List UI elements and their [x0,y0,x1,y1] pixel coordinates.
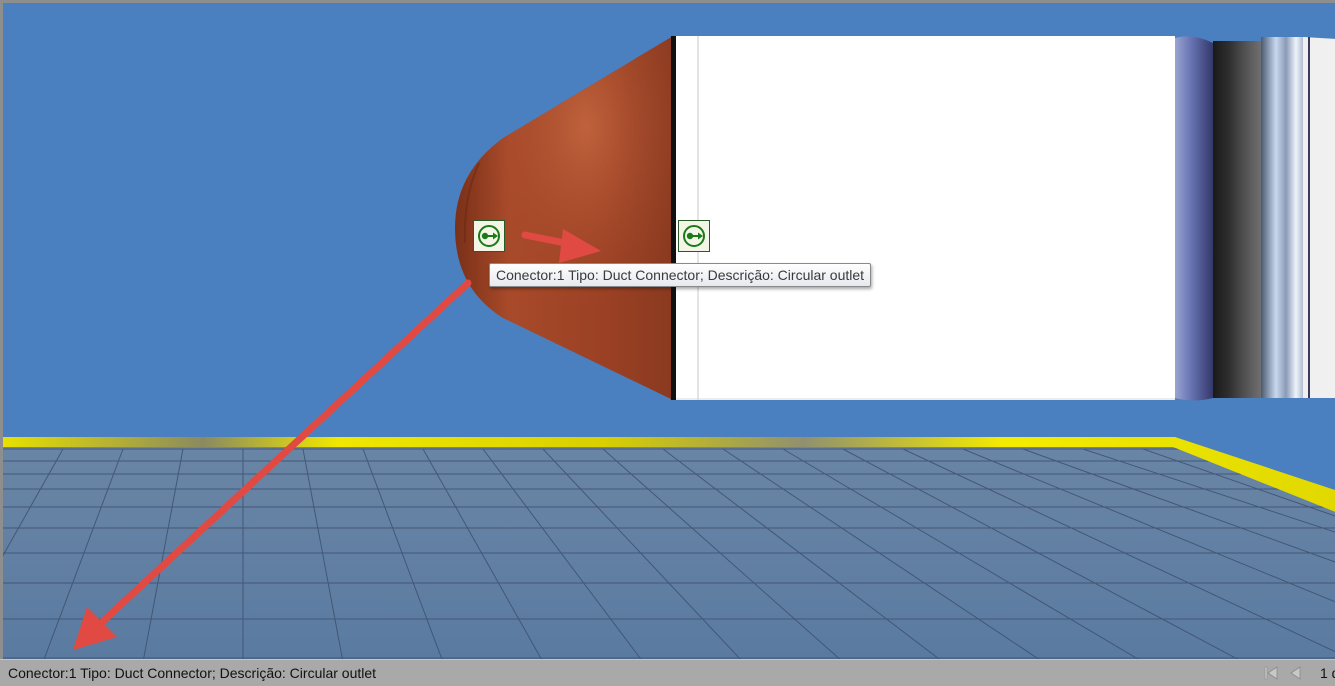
duct-flange-ring [1175,36,1213,401]
selection-navigation [1262,664,1306,682]
duct-dark-section [1213,41,1265,398]
duct-body [675,36,1175,400]
status-bar: Conector:1 Tipo: Duct Connector; Descriç… [0,659,1335,685]
duct-connector-icon[interactable] [678,220,710,252]
status-text: Conector:1 Tipo: Duct Connector; Descriç… [8,665,377,681]
duct-connector-icon[interactable] [473,220,505,252]
3d-scene [3,36,1335,659]
3d-viewport[interactable]: Conector:1 Tipo: Duct Connector; Descriç… [0,0,1335,659]
connector-tooltip: Conector:1 Tipo: Duct Connector; Descriç… [489,263,872,287]
first-page-icon[interactable] [1262,664,1282,682]
page-indicator: 1 de 1 [1320,665,1335,681]
previous-page-icon[interactable] [1286,664,1306,682]
